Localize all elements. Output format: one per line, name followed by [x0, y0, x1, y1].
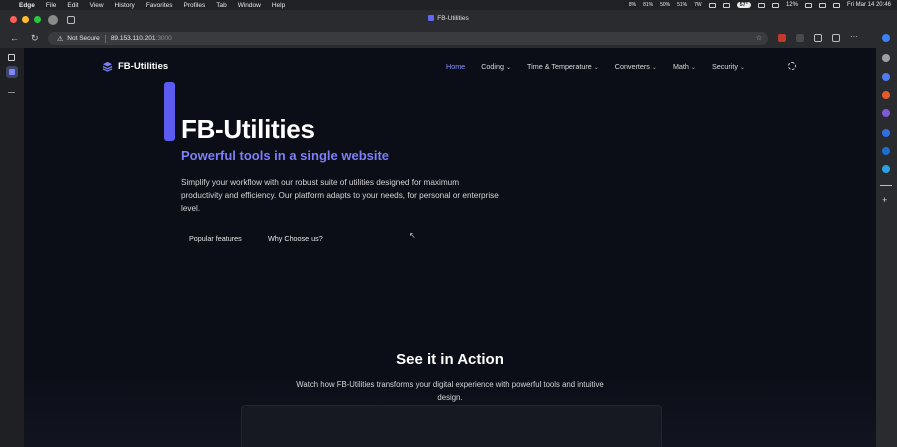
browser-toolbar: ← ↻ ⚠ Not Secure 89.153.110.201:3000 ☆ ·… [0, 29, 897, 48]
extension-icon[interactable] [796, 34, 804, 42]
menu-profiles[interactable]: Profiles [184, 2, 206, 9]
site-navigation: Home Coding ⌄ Time & Temperature ⌄ Convert… [446, 62, 745, 71]
send-icon[interactable] [882, 165, 890, 173]
brand-name: FB-Utilities [118, 61, 169, 72]
demo-video-frame[interactable] [241, 405, 662, 447]
clock[interactable]: Fri Mar 14 20:46 [847, 2, 891, 8]
extension-icon[interactable] [778, 34, 786, 42]
favorites-icon[interactable] [832, 34, 840, 42]
active-tab[interactable]: FB-Utilities [0, 15, 897, 22]
why-choose-us-button[interactable]: Why Choose us? [260, 232, 331, 245]
address-bar[interactable]: ⚠ Not Secure 89.153.110.201:3000 ☆ [48, 32, 768, 45]
menu-app-name[interactable]: Edge [19, 2, 35, 9]
browser-tab-strip: FB-Utilities [0, 10, 897, 29]
add-sidebar-app-icon[interactable]: + [882, 195, 887, 205]
nav-label: Time & Temperature [527, 62, 592, 71]
extensions-puzzle-icon[interactable] [814, 34, 822, 42]
hero-description: Simplify your workflow with our robust s… [181, 178, 499, 213]
battery-icon[interactable] [804, 2, 812, 8]
menu-edit[interactable]: Edit [67, 2, 78, 9]
status-stat: 50% [660, 1, 671, 8]
menu-extra-icon[interactable] [757, 2, 765, 8]
sidebar-divider [880, 185, 892, 186]
menu-window[interactable]: Window [238, 2, 261, 9]
m365-icon[interactable] [882, 129, 890, 137]
menu-favorites[interactable]: Favorites [146, 2, 173, 9]
nav-label: Security [711, 62, 738, 71]
web-page: FB-Utilities Home Coding ⌄ Time & Tempera… [24, 48, 876, 447]
not-secure-label[interactable]: Not Secure [67, 35, 100, 42]
site-logo[interactable]: FB-Utilities [102, 61, 168, 72]
chevron-down-icon: ⌄ [593, 65, 599, 71]
nav-label: Converters [614, 62, 650, 71]
shopping-icon[interactable] [882, 73, 890, 81]
games-icon[interactable] [882, 109, 890, 117]
tab-actions-icon[interactable] [8, 54, 15, 61]
chevron-down-icon: ⌄ [651, 65, 657, 71]
chevron-down-icon: ⌄ [690, 65, 696, 71]
edge-sidebar: + [876, 29, 897, 447]
status-stat: 7W [694, 1, 702, 8]
back-arrow-icon[interactable]: ← [10, 33, 19, 43]
search-icon[interactable] [832, 2, 840, 8]
site-favicon-icon [9, 69, 15, 75]
nav-home[interactable]: Home [446, 62, 465, 71]
battery-percent[interactable]: 12% [786, 2, 798, 8]
nav-math[interactable]: Math ⌄ [673, 62, 696, 71]
theme-toggle-sun-icon[interactable] [788, 62, 796, 70]
status-stat: 8% [628, 1, 637, 8]
vertical-tabs-sidebar [0, 48, 24, 447]
wifi-icon[interactable] [818, 2, 826, 8]
menu-tab[interactable]: Tab [216, 2, 226, 9]
refresh-icon[interactable]: ↻ [31, 33, 39, 43]
tab-title: FB-Utilities [437, 15, 469, 22]
temperature-badge[interactable]: 57° [736, 2, 751, 8]
nav-label: Math [672, 62, 689, 71]
mouse-cursor-icon: ↖ [409, 231, 416, 240]
menu-extra-icon[interactable] [722, 2, 730, 8]
hero-title: FB-Utilities [181, 114, 315, 144]
see-in-action-description: Watch how FB-Utilities transforms your d… [296, 380, 604, 402]
layers-logo-icon [102, 61, 113, 72]
nav-security[interactable]: Security ⌄ [712, 62, 745, 71]
menu-help[interactable]: Help [272, 2, 285, 9]
popular-features-button[interactable]: Popular features [181, 232, 250, 245]
url-host: 89.153.110.201 [110, 35, 156, 42]
warning-triangle-icon[interactable]: ⚠ [57, 35, 63, 43]
url-port: :3000 [155, 35, 172, 42]
see-in-action-heading: See it in Action [396, 351, 504, 368]
site-favicon-icon [428, 15, 435, 21]
nav-time-temperature[interactable]: Time & Temperature ⌄ [527, 62, 599, 71]
macos-menu-bar: Edge File Edit View History Favorites Pr… [0, 0, 897, 10]
search-icon[interactable] [882, 54, 890, 62]
menu-file[interactable]: File [46, 2, 56, 9]
tools-icon[interactable] [882, 91, 890, 99]
status-stat: 51% [677, 1, 688, 8]
menu-view[interactable]: View [90, 2, 104, 9]
address-divider [104, 34, 106, 43]
nav-converters[interactable]: Converters ⌄ [615, 62, 657, 71]
menu-extra-icon[interactable] [708, 2, 716, 8]
menu-history[interactable]: History [115, 2, 135, 9]
nav-coding[interactable]: Coding ⌄ [481, 62, 511, 71]
menu-extra-icon[interactable] [771, 2, 779, 8]
outlook-icon[interactable] [882, 147, 890, 155]
hero-accent-bar [164, 82, 175, 141]
nav-label: Coding [481, 62, 504, 71]
more-menu-icon[interactable]: ··· [850, 33, 858, 42]
copilot-icon[interactable] [882, 34, 890, 42]
status-stat: 81% [643, 1, 654, 8]
hero-subtitle: Powerful tools in a single website [181, 148, 390, 163]
favorite-star-icon[interactable]: ☆ [756, 34, 762, 42]
vertical-tab-item[interactable] [6, 66, 18, 78]
new-tab-icon[interactable] [8, 92, 15, 93]
toolbar-extensions: ··· [778, 33, 858, 42]
chevron-down-icon: ⌄ [739, 65, 745, 71]
chevron-down-icon: ⌄ [505, 65, 511, 71]
